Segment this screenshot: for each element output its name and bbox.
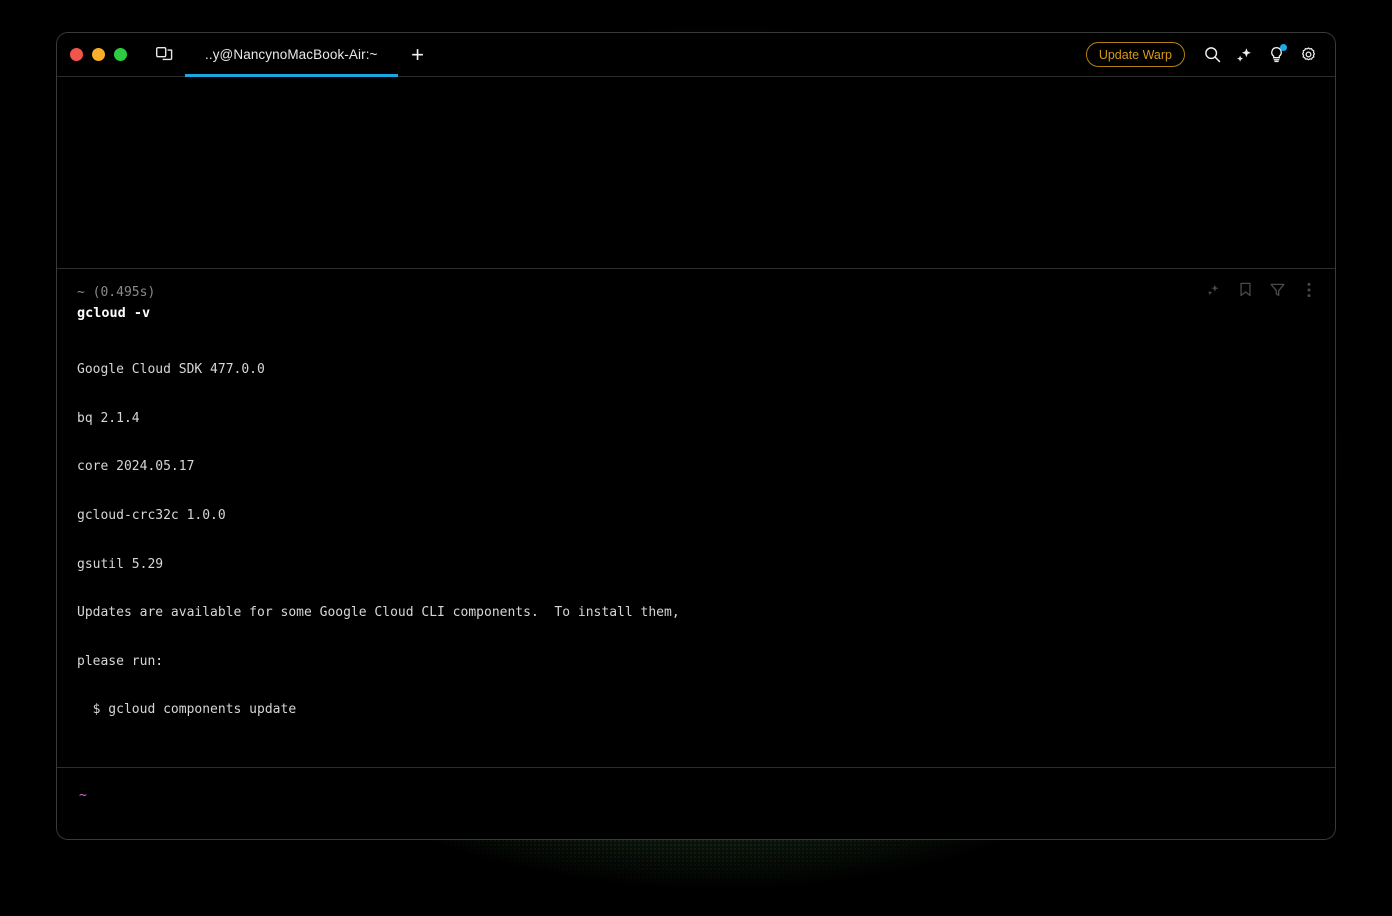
notification-badge <box>1280 43 1287 51</box>
sparkle-icon[interactable] <box>1205 282 1221 298</box>
search-icon[interactable] <box>1197 40 1227 70</box>
block-command: gcloud -v <box>77 304 151 321</box>
new-tab-label: + <box>411 41 424 67</box>
terminal-body[interactable]: ~ (0.495s) gcloud -v Google Cloud SDK 47… <box>57 77 1335 839</box>
sparkle-icon[interactable] <box>1229 40 1259 70</box>
output-line: Google Cloud SDK 477.0.0 <box>77 362 265 378</box>
output-line: core 2024.05.17 <box>77 459 195 475</box>
update-warp-button[interactable]: Update Warp <box>1085 42 1185 67</box>
update-warp-label: Update Warp <box>1098 47 1172 62</box>
bookmark-icon[interactable] <box>1237 282 1253 298</box>
tab-label: ..y@NancynoMacBook-Air:~ <box>205 47 378 62</box>
split-panes-icon[interactable] <box>151 42 177 68</box>
block-prompt: ~ (0.495s) <box>77 284 156 300</box>
more-options-icon[interactable] <box>1301 282 1317 298</box>
tab-strip: ..y@NancynoMacBook-Air:~ + <box>185 33 438 77</box>
tab-session-0[interactable]: ..y@NancynoMacBook-Air:~ <box>185 33 398 77</box>
lightbulb-icon[interactable] <box>1261 40 1291 70</box>
block-actions <box>1205 282 1317 298</box>
block-output: Google Cloud SDK 477.0.0 bq 2.1.4 core 2… <box>77 330 1315 751</box>
output-line: $ gcloud components update <box>77 702 297 718</box>
gear-icon[interactable] <box>1293 40 1323 70</box>
command-input-block[interactable]: ~ <box>57 767 1335 839</box>
titlebar: ..y@NancynoMacBook-Air:~ + Update Warp <box>57 33 1335 77</box>
output-line: please run: <box>77 653 164 669</box>
maximize-window-button[interactable] <box>114 48 127 61</box>
output-line: gcloud-crc32c 1.0.0 <box>77 507 226 523</box>
titlebar-actions: Update Warp <box>1085 40 1335 70</box>
terminal-scrollback-empty <box>57 77 1335 268</box>
output-line: bq 2.1.4 <box>77 410 140 426</box>
command-block[interactable]: ~ (0.495s) gcloud -v Google Cloud SDK 47… <box>57 267 1335 767</box>
window-controls <box>57 48 127 61</box>
minimize-window-button[interactable] <box>92 48 105 61</box>
output-line: Updates are available for some Google Cl… <box>77 605 680 621</box>
new-tab-button[interactable]: + <box>398 33 438 77</box>
filter-icon[interactable] <box>1269 282 1285 298</box>
warp-terminal-window: ..y@NancynoMacBook-Air:~ + Update Warp ~… <box>56 32 1336 840</box>
input-prompt-symbol: ~ <box>79 788 87 803</box>
close-window-button[interactable] <box>70 48 83 61</box>
output-line: gsutil 5.29 <box>77 556 164 572</box>
